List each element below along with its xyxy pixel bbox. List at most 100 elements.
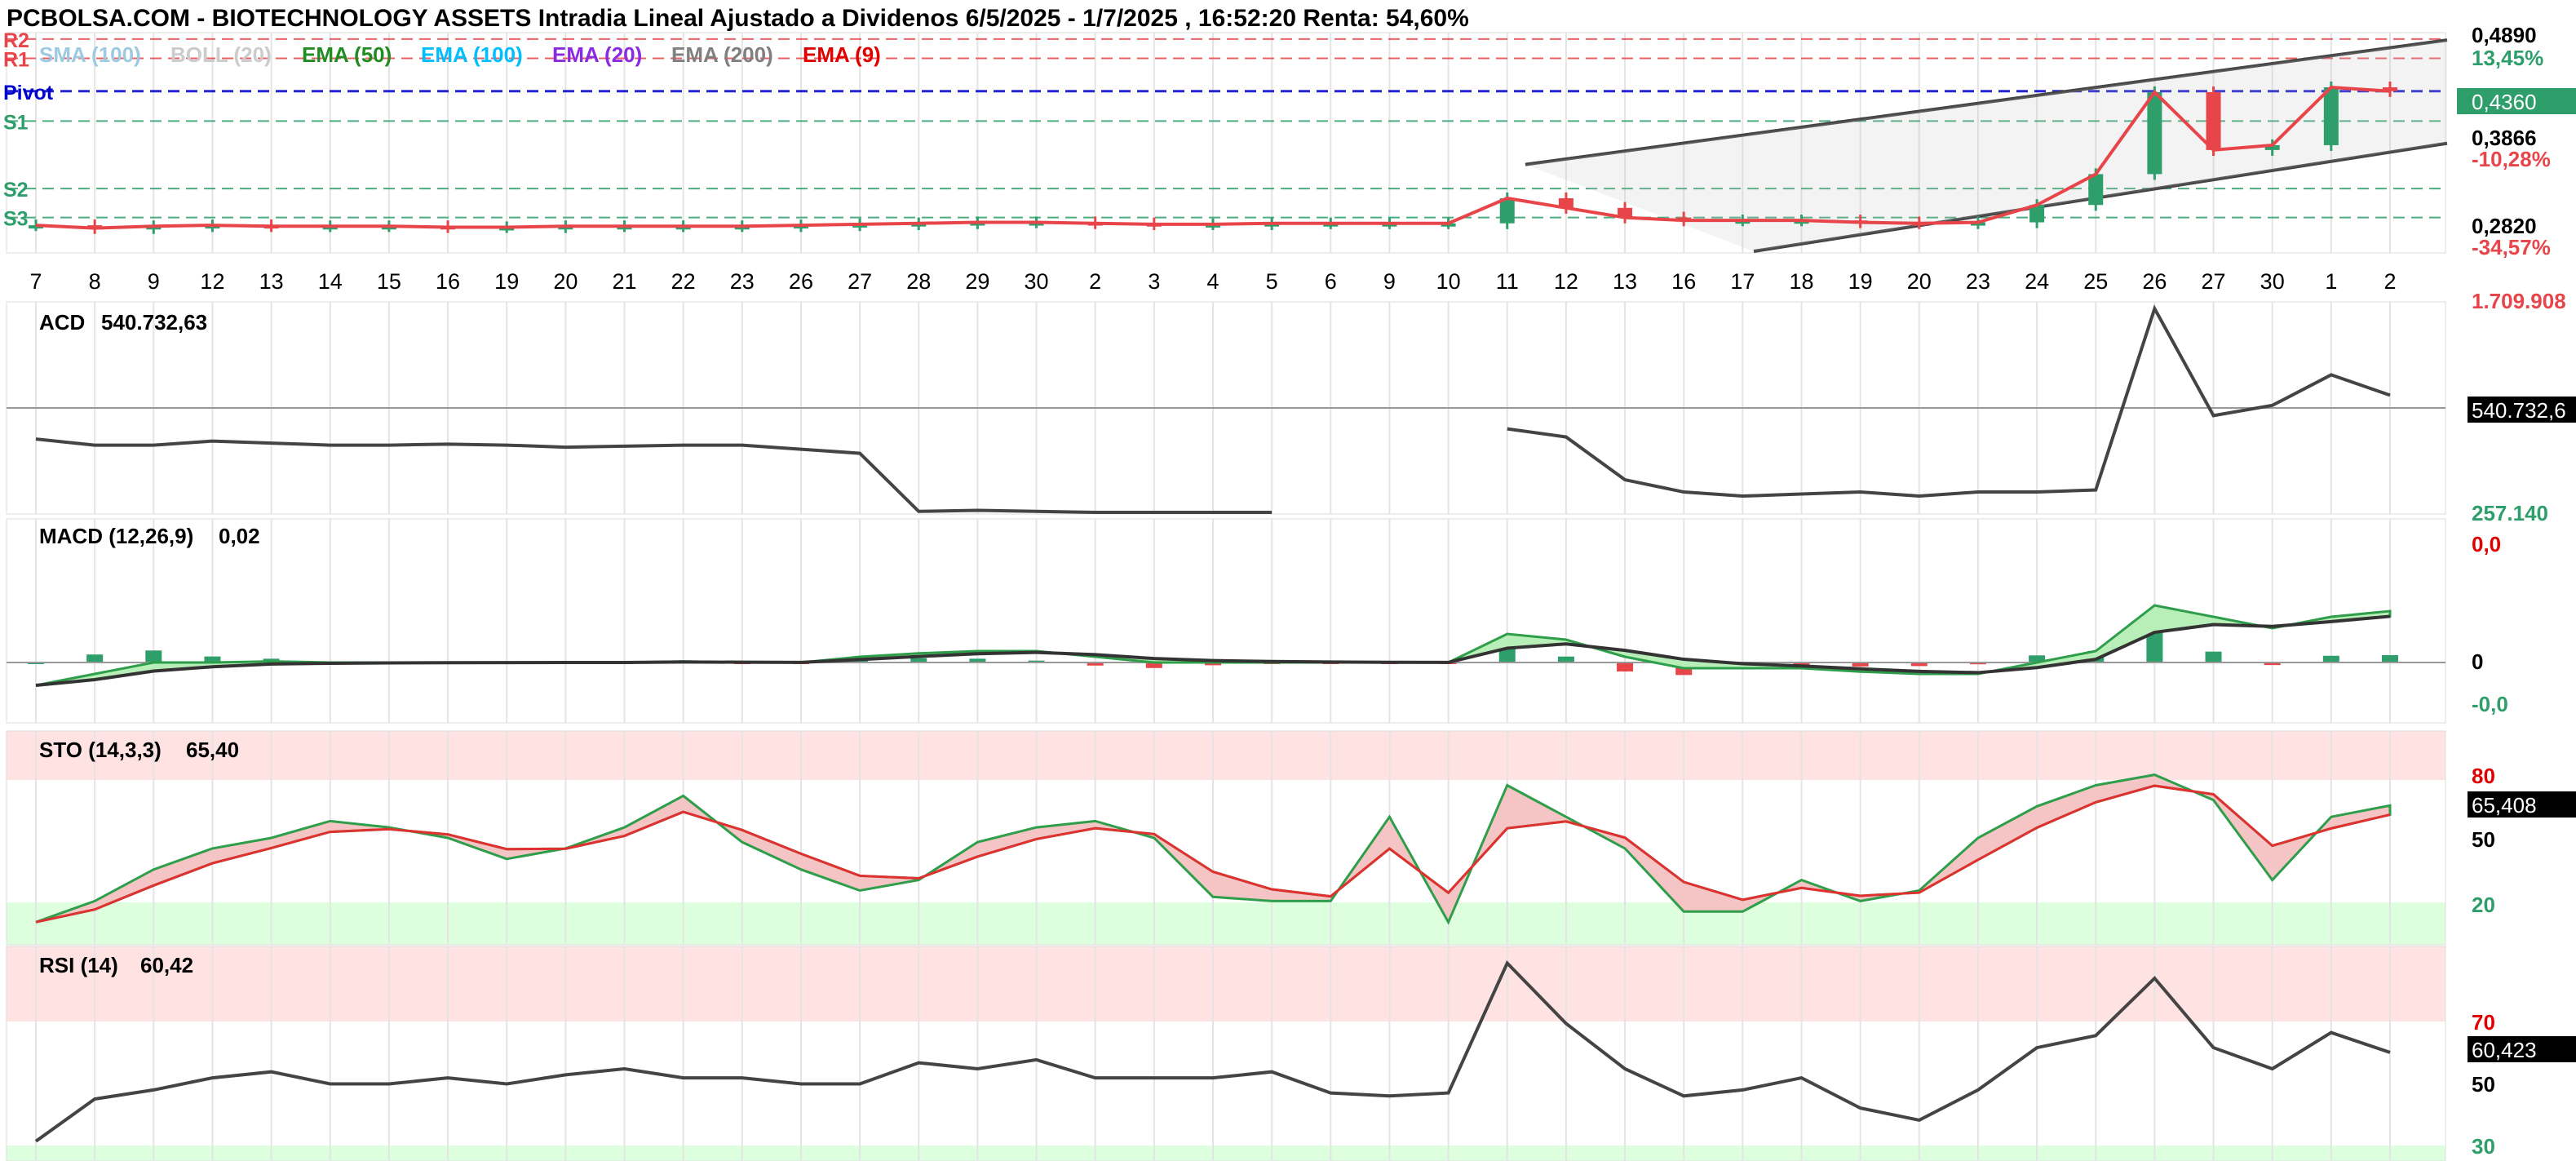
- x-tick-label: 20: [553, 269, 578, 294]
- macd-bar: [1617, 662, 1634, 672]
- x-tick-label: 5: [1266, 269, 1278, 294]
- x-tick-label: 23: [1966, 269, 1990, 294]
- acd-top-label: 1.709.908: [2472, 289, 2566, 313]
- chart-title: PCBOLSA.COM - BIOTECHNOLOGY ASSETS Intra…: [7, 5, 1469, 32]
- macd-tick-bottom: -0,0: [2472, 692, 2508, 716]
- legend-item: EMA (100): [421, 42, 523, 67]
- sto-oversold-zone: [7, 902, 2445, 945]
- legend-item: EMA (200): [671, 42, 773, 67]
- sto-tick-50: 50: [2472, 827, 2495, 852]
- x-tick-label: 7: [29, 269, 42, 294]
- rsi-tick-30: 30: [2472, 1134, 2495, 1159]
- x-tick-label: 11: [1496, 269, 1519, 294]
- x-tick-label: 12: [1554, 269, 1578, 294]
- x-tick-label: 23: [730, 269, 755, 294]
- macd-value: 0,02: [219, 524, 260, 548]
- sto-tick-80: 80: [2472, 764, 2495, 788]
- acd-value: 540.732,63: [101, 310, 207, 335]
- x-axis: 7 8 9 12 13 14 15 16 19 20 21 22 23 26 27 28 29 30 2 3 4 5 6 9 1…: [29, 269, 2396, 294]
- x-tick-label: 30: [2260, 269, 2285, 294]
- acd-bottom-label: 257.140: [2472, 501, 2548, 525]
- x-tick-label: 8: [89, 269, 101, 294]
- current-price-label: 0,4360: [2472, 90, 2537, 114]
- legend-item: EMA (9): [803, 42, 881, 67]
- x-tick-label: 16: [1671, 269, 1696, 294]
- x-tick-label: 26: [2142, 269, 2167, 294]
- legend-item: EMA (50): [302, 42, 392, 67]
- candle-body: [2206, 91, 2221, 150]
- level-label: S2: [3, 179, 29, 202]
- x-tick-label: 16: [436, 269, 460, 294]
- x-tick-label: 1: [2325, 269, 2337, 294]
- x-tick-label: 28: [906, 269, 931, 294]
- macd-grid: [35, 519, 2391, 723]
- x-tick-label: 15: [377, 269, 401, 294]
- pct-top-label: 13,45%: [2472, 46, 2543, 70]
- x-tick-label: 21: [612, 269, 636, 294]
- macd-bar: [2382, 654, 2398, 662]
- macd-tick-zero: 0: [2472, 649, 2483, 674]
- x-tick-label: 27: [2202, 269, 2226, 294]
- rsi-grid: [35, 946, 2391, 1161]
- macd-bar: [2205, 651, 2222, 662]
- sto-title: STO (14,3,3): [39, 738, 162, 762]
- x-tick-label: 3: [1148, 269, 1160, 294]
- candle-body: [2088, 174, 2104, 206]
- stock-chart: R2R1PivotS1S2S3 PCBOLSA.COM - BIOTECHNOL…: [3, 5, 2576, 1161]
- rsi-tick-50: 50: [2472, 1072, 2495, 1097]
- x-tick-label: 2: [2383, 269, 2396, 294]
- sto-panel: STO (14,3,3) 65,40 80 65,408 50 20: [6, 730, 2576, 946]
- legend-item: SMA (100): [39, 42, 141, 67]
- x-tick-label: 29: [965, 269, 989, 294]
- legend-item: EMA (20): [552, 42, 642, 67]
- acd-title: ACD: [39, 310, 85, 335]
- sto-tick-20: 20: [2472, 893, 2495, 917]
- macd-bar: [1557, 656, 1574, 662]
- x-tick-label: 17: [1730, 269, 1755, 294]
- x-tick-label: 20: [1907, 269, 1932, 294]
- x-tick-label: 6: [1325, 269, 1337, 294]
- rsi-tick-70: 70: [2472, 1010, 2495, 1035]
- x-tick-label: 22: [671, 269, 696, 294]
- macd-bar: [86, 654, 104, 662]
- level-label: S3: [3, 208, 29, 231]
- x-tick-label: 9: [148, 269, 160, 294]
- acd-panel: ACD 540.732,63 1.709.908 540.732,6 257.1…: [6, 289, 2576, 525]
- sto-tag-label: 65,408: [2472, 793, 2537, 818]
- x-tick-label: 4: [1206, 269, 1219, 294]
- sto-grid: [35, 731, 2391, 945]
- x-tick-label: 24: [2025, 269, 2049, 294]
- candle-body: [2147, 91, 2162, 175]
- x-tick-label: 25: [2083, 269, 2108, 294]
- x-tick-label: 13: [259, 269, 284, 294]
- rsi-tag-label: 60,423: [2472, 1038, 2537, 1062]
- level-label: R1: [3, 49, 29, 72]
- pct-low-label: -34,57%: [2472, 235, 2551, 259]
- candle-body: [2323, 87, 2339, 145]
- sto-value: 65,40: [186, 738, 239, 762]
- x-tick-label: 10: [1436, 269, 1461, 294]
- acd-tag-label: 540.732,6: [2472, 398, 2566, 423]
- pct-mid-label: -10,28%: [2472, 147, 2551, 171]
- x-tick-label: 30: [1025, 269, 1049, 294]
- x-tick-label: 26: [789, 269, 813, 294]
- rsi-panel: RSI (14) 60,42 70 60,423 50 30: [6, 946, 2576, 1161]
- macd-panel: MACD (12,26,9) 0,02 0,0 0 -0,0: [6, 518, 2508, 724]
- x-tick-label: 27: [848, 269, 872, 294]
- macd-bar: [145, 650, 162, 662]
- x-tick-label: 18: [1789, 269, 1813, 294]
- rsi-oversold-zone: [7, 1145, 2445, 1161]
- x-tick-label: 12: [200, 269, 224, 294]
- macd-tick-top: 0,0: [2472, 532, 2501, 556]
- macd-bar: [2322, 655, 2339, 662]
- rsi-title: RSI (14): [39, 953, 118, 977]
- macd-title: MACD (12,26,9): [39, 524, 193, 548]
- level-label: Pivot: [3, 82, 54, 104]
- x-tick-label: 13: [1613, 269, 1637, 294]
- x-tick-label: 19: [494, 269, 519, 294]
- rsi-value: 60,42: [140, 953, 193, 977]
- legend-item: BOLL (20): [170, 42, 272, 67]
- x-tick-label: 14: [318, 269, 343, 294]
- x-tick-label: 2: [1089, 269, 1101, 294]
- x-tick-label: 19: [1848, 269, 1873, 294]
